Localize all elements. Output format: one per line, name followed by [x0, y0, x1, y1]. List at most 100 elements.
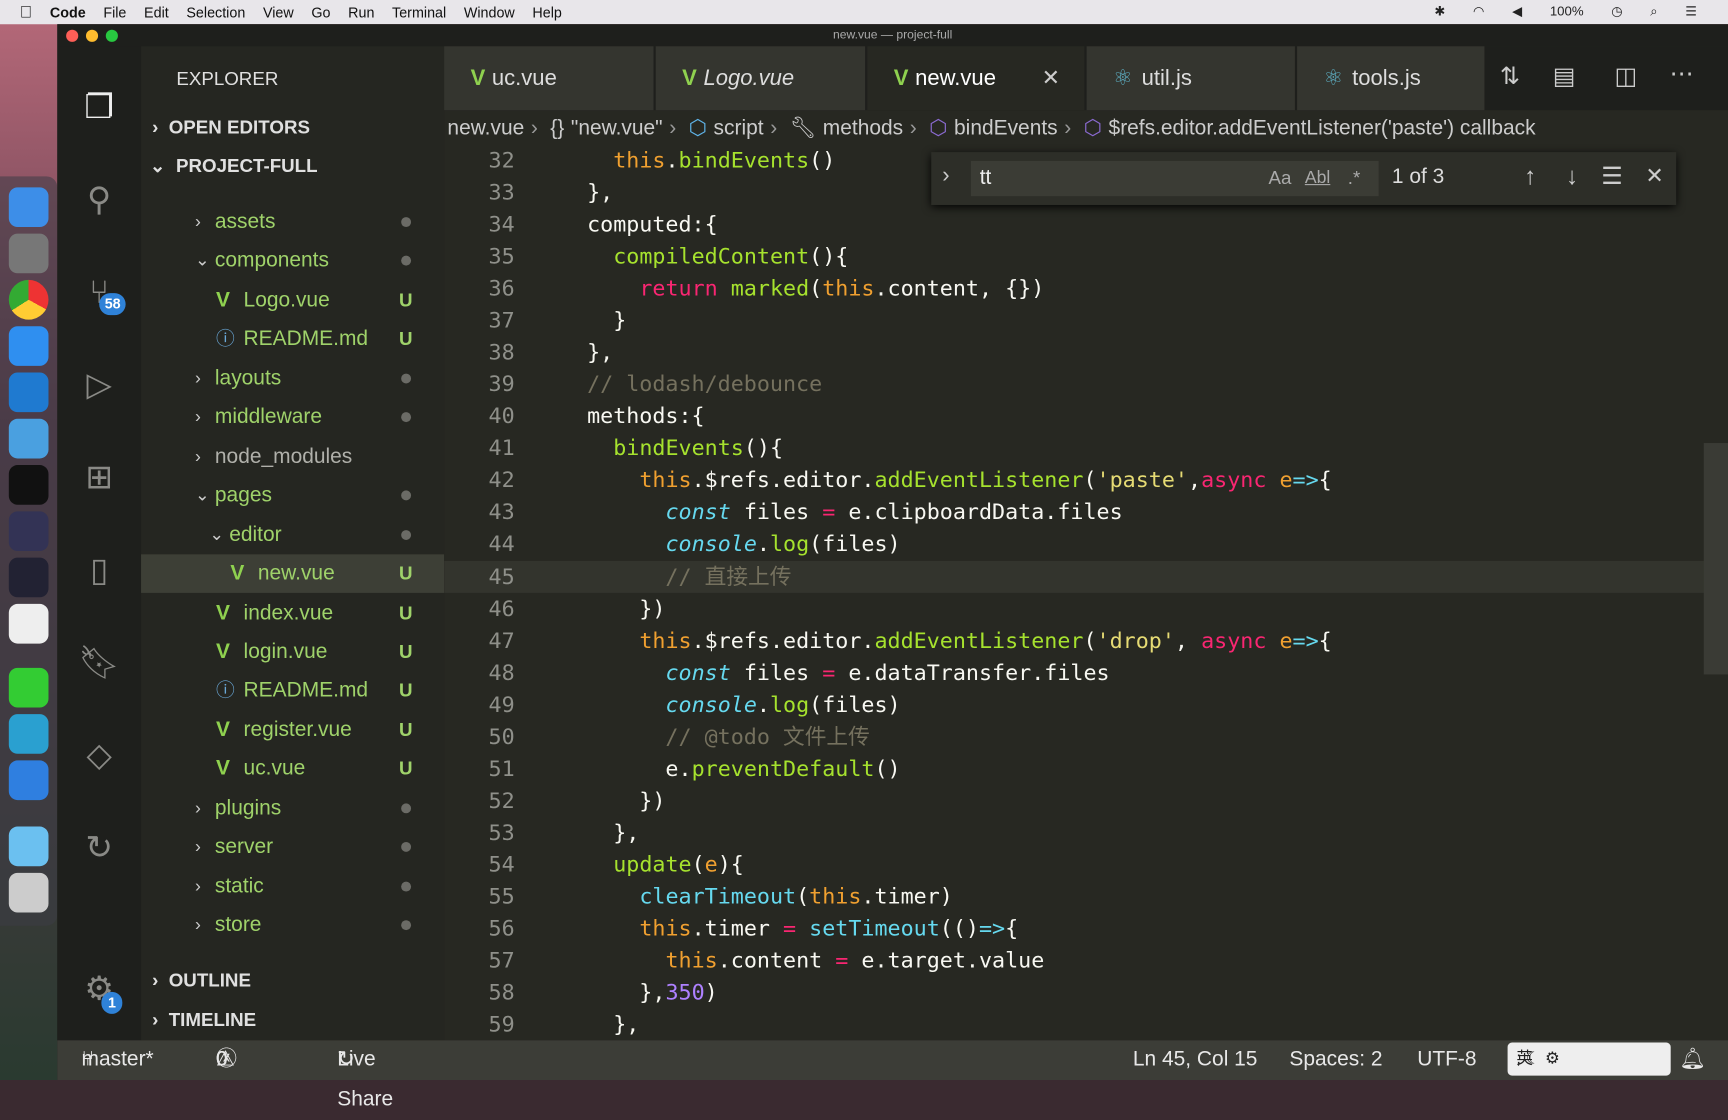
apple-icon[interactable]:  — [20, 3, 32, 22]
breadcrumb-file[interactable]: new.vue — [447, 117, 524, 140]
tab-util-js[interactable]: ⚛ util.js — [1086, 46, 1295, 111]
devtools-icon[interactable] — [8, 557, 49, 598]
tab-new-vue[interactable]: Vnew.vue ✕ — [867, 46, 1085, 111]
tree-item-login-vue[interactable]: Vlogin.vue U — [141, 633, 444, 672]
menu-app[interactable]: Code — [50, 4, 86, 21]
live-share-icon[interactable]: ↻ — [77, 827, 121, 871]
outline-section[interactable]: › OUTLINE — [152, 970, 251, 992]
wifi-icon[interactable]: ◠ — [1473, 3, 1485, 20]
tree-item-pages[interactable]: ⌄ pages — [141, 476, 444, 515]
device-icon[interactable]: ▯ — [77, 549, 121, 593]
chrome-icon[interactable] — [8, 279, 49, 320]
whole-word-toggle[interactable]: Abl — [1305, 161, 1330, 196]
tree-item-register-vue[interactable]: Vregister.vue U — [141, 711, 444, 750]
bookmark-icon[interactable]: 🔖︎ — [77, 641, 121, 685]
close-tab-icon[interactable]: ✕ — [1042, 46, 1060, 110]
terminal-icon[interactable] — [8, 465, 49, 505]
finder-icon[interactable] — [8, 187, 49, 228]
open-editors-section[interactable]: › OPEN EDITORS — [152, 117, 310, 139]
menu-edit[interactable]: Edit — [144, 4, 169, 21]
find-input[interactable]: tt Aa Abl .* — [970, 160, 1379, 197]
close-window-button[interactable] — [66, 29, 79, 42]
tree-item-components[interactable]: ⌄ components — [141, 242, 444, 281]
tree-item-index-vue[interactable]: Vindex.vue U — [141, 593, 444, 632]
ime-toolbar[interactable]: 英 ; ☾ ⚙ — [1507, 1042, 1671, 1076]
tree-item-plugins[interactable]: › plugins — [141, 789, 444, 828]
breadcrumb-methods[interactable]: methods — [823, 117, 903, 140]
trash-icon[interactable] — [8, 872, 49, 913]
menu-window[interactable]: Window — [464, 4, 515, 21]
zoom-window-button[interactable] — [105, 29, 118, 42]
encoding-status[interactable]: UTF-8 — [1417, 1040, 1476, 1080]
tree-item-new-vue[interactable]: Vnew.vue U — [141, 554, 445, 593]
tree-item-readme-md[interactable]: ⓘ README.md U — [141, 672, 444, 711]
volume-icon[interactable]: ◀ — [1512, 3, 1522, 20]
explorer-icon[interactable]: ❐ — [77, 86, 121, 130]
tab-tools-js[interactable]: ⚛ tools.js — [1297, 46, 1485, 111]
tree-item-node-modules[interactable]: › node_modules — [141, 437, 444, 476]
breadcrumb-module[interactable]: "new.vue" — [571, 117, 663, 140]
tree-item-middleware[interactable]: › middleware — [141, 398, 444, 437]
tab-logo-vue[interactable]: V Logo.vue — [655, 46, 866, 111]
typora-icon[interactable] — [8, 603, 49, 644]
menu-file[interactable]: File — [103, 4, 126, 21]
more-actions-icon[interactable]: ⋯ — [1670, 60, 1694, 89]
notifications-bell-icon[interactable]: 🔔︎ — [1680, 1040, 1707, 1080]
tree-item-logo-vue[interactable]: V Logo.vue U — [141, 281, 444, 320]
menu-selection[interactable]: Selection — [186, 4, 245, 21]
compare-changes-icon[interactable]: ⇅ — [1500, 62, 1520, 91]
editor-scrollbar[interactable] — [1703, 443, 1728, 675]
tab-uc-vue[interactable]: Vuc.vue — [444, 46, 654, 111]
find-in-selection-icon[interactable]: ☰ — [1601, 162, 1623, 191]
folder-icon[interactable] — [8, 826, 49, 867]
code-editor[interactable]: 32 this.bindEvents() 33 }, 34 computed:{35… — [444, 147, 1728, 1041]
next-match-icon[interactable]: ↓ — [1566, 162, 1578, 191]
tree-item-readme-md[interactable]: ⓘ README.md U — [141, 320, 444, 359]
extensions-icon[interactable]: ⊞ — [77, 456, 121, 500]
regex-toggle[interactable]: .* — [1348, 161, 1361, 196]
tree-item-layouts[interactable]: › layouts — [141, 359, 444, 398]
timeline-section[interactable]: › TIMELINE — [152, 1009, 256, 1031]
tree-item-static[interactable]: › static — [141, 867, 444, 906]
source-control-icon[interactable]: ⑂ 58 — [77, 271, 127, 316]
tree-item-uc-vue[interactable]: Vuc.vue U — [141, 750, 444, 789]
previous-match-icon[interactable]: ↑ — [1524, 162, 1536, 191]
run-debug-icon[interactable]: ▷ — [77, 364, 121, 408]
menu-run[interactable]: Run — [348, 4, 374, 21]
breadcrumb-bindevents[interactable]: bindEvents — [954, 117, 1058, 140]
bluetooth-icon[interactable]: ✱ — [1434, 3, 1445, 20]
cloud-icon[interactable] — [8, 714, 49, 754]
tree-item-store[interactable]: › store — [141, 906, 444, 945]
menu-view[interactable]: View — [263, 4, 294, 21]
minimize-window-button[interactable] — [85, 29, 99, 42]
split-editor-icon[interactable]: ◫ — [1614, 62, 1637, 91]
breadcrumb-script[interactable]: script — [714, 117, 764, 140]
keynote-icon[interactable] — [8, 418, 49, 459]
breadcrumb-callback[interactable]: $refs.editor.addEventListener('paste') c… — [1109, 117, 1536, 140]
app-icon[interactable] — [8, 326, 49, 366]
preview-icon[interactable]: ▤ — [1553, 62, 1576, 91]
feishu-icon[interactable] — [8, 760, 49, 801]
menu-terminal[interactable]: Terminal — [392, 4, 446, 21]
project-section[interactable]: ⌄ PROJECT-FULL — [150, 155, 318, 177]
battery-label[interactable]: 100% — [1550, 3, 1584, 20]
close-find-icon[interactable]: ✕ — [1645, 162, 1663, 190]
cursor-position[interactable]: Ln 45, Col 15 — [1133, 1040, 1258, 1080]
search-icon[interactable]: ⚲ — [77, 179, 121, 223]
control-center-icon[interactable]: ☰ — [1685, 3, 1697, 20]
indentation-status[interactable]: Spaces: 2 — [1289, 1040, 1382, 1080]
browser-icon[interactable] — [8, 511, 49, 552]
settings-gear-icon[interactable]: ⚙ 1 — [77, 968, 123, 1014]
menu-help[interactable]: Help — [532, 4, 561, 21]
wechat-icon[interactable] — [8, 667, 49, 708]
git-graph-icon[interactable]: ◇ — [77, 734, 121, 778]
vscode-icon[interactable] — [8, 372, 49, 413]
match-case-toggle[interactable]: Aa — [1268, 161, 1291, 196]
menu-go[interactable]: Go — [311, 4, 330, 21]
tree-item-editor[interactable]: ⌄ editor — [141, 515, 444, 554]
launchpad-icon[interactable] — [8, 233, 49, 274]
clock-icon[interactable]: ◷ — [1611, 3, 1623, 20]
spotlight-icon[interactable]: ⌕ — [1650, 3, 1657, 20]
toggle-replace-chevron-icon[interactable]: › — [942, 163, 949, 188]
tree-item-assets[interactable]: › assets — [141, 203, 444, 242]
